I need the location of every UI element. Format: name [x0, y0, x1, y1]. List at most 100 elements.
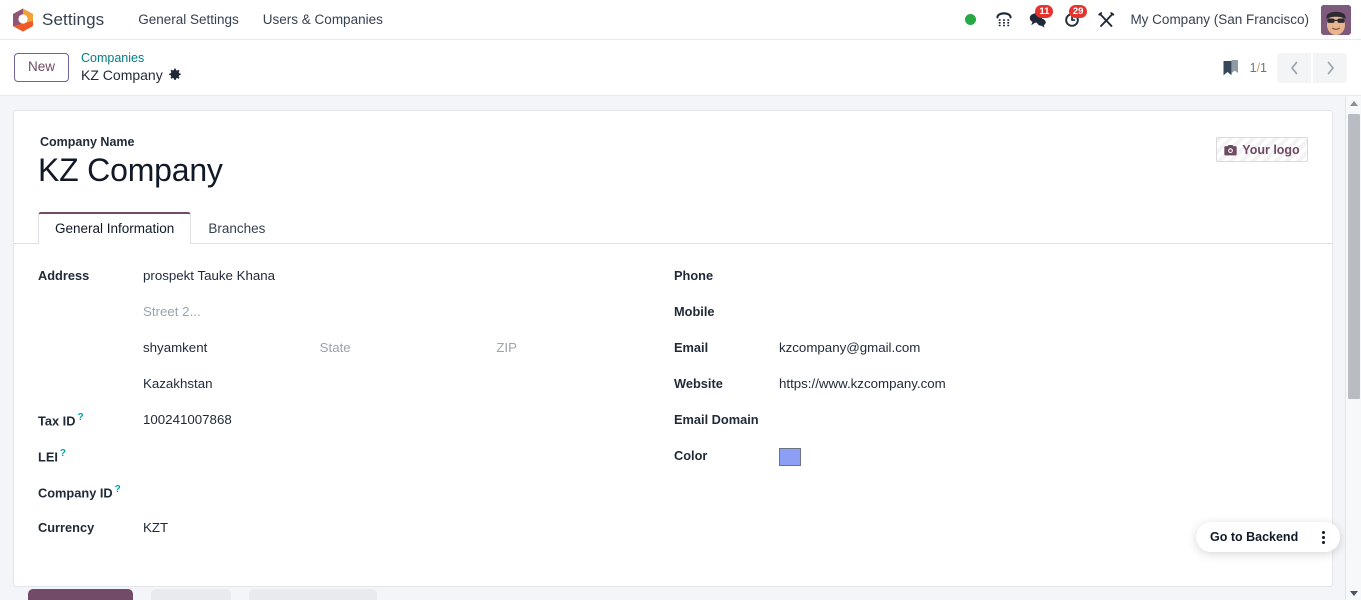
form-tabs: General Information Branches [14, 211, 1332, 245]
field-tax-id: Tax ID? 100241007868 [38, 410, 673, 446]
lei-help-icon[interactable]: ? [60, 448, 66, 459]
go-to-backend-button[interactable]: Go to Backend [1196, 530, 1310, 544]
zip-input[interactable]: ZIP [496, 338, 673, 358]
go-to-backend-pill: Go to Backend [1196, 522, 1341, 552]
field-phone: Phone [674, 266, 1308, 302]
new-button[interactable]: New [14, 53, 70, 82]
company-id-help-icon[interactable]: ? [115, 484, 121, 495]
triangle-up-icon [1350, 100, 1358, 106]
state-input[interactable]: State [320, 338, 497, 358]
green-status-dot [964, 14, 976, 25]
street2-spacer [38, 302, 143, 304]
app-title[interactable]: Settings [42, 10, 104, 30]
field-email-domain: Email Domain [674, 410, 1308, 446]
company-name-input[interactable]: KZ Company [38, 151, 1308, 189]
breadcrumb: Companies KZ Company [81, 51, 181, 84]
company-name-label: Company Name [40, 135, 135, 149]
tax-id-input[interactable]: 100241007868 [143, 410, 673, 430]
field-country: Kazakhstan [38, 374, 673, 410]
field-city-state-zip: shyamkent State ZIP [38, 338, 673, 374]
city-input[interactable]: shyamkent [143, 338, 320, 358]
chevron-left-icon [1290, 61, 1297, 74]
pager-next-button[interactable] [1313, 52, 1347, 83]
scroll-up-button[interactable] [1346, 96, 1361, 110]
company-id-label-text: Company ID [38, 485, 113, 501]
pager-total: 1 [1260, 60, 1267, 75]
messaging-badge: 11 [1035, 4, 1054, 18]
vertical-dots-icon[interactable] [1310, 524, 1336, 550]
mobile-input[interactable] [779, 302, 1308, 322]
form-column-right: Phone Mobile Email kzcompany@gmail.com W… [673, 266, 1308, 554]
lei-label-text: LEI [38, 449, 58, 465]
control-panel-right: 1/1 [1221, 52, 1347, 83]
vertical-scrollbar[interactable] [1345, 96, 1361, 600]
company-form-sheet: Your logo Company Name KZ Company Genera… [13, 110, 1333, 587]
tools-icon [1098, 11, 1115, 27]
color-label: Color [673, 448, 708, 464]
field-address: Address prospekt Tauke Khana [38, 266, 673, 302]
dot [1321, 540, 1325, 544]
phone-input[interactable] [779, 266, 1308, 286]
camera-icon [1224, 144, 1237, 155]
field-lei: LEI? [38, 446, 673, 482]
chevron-right-icon [1327, 61, 1334, 74]
color-value [778, 446, 1308, 471]
country-input[interactable]: Kazakhstan [143, 374, 673, 394]
messaging-menu-button[interactable]: 11 [1022, 4, 1054, 35]
tertiary-action-button[interactable] [249, 589, 377, 600]
email-domain-input[interactable] [779, 410, 1308, 430]
debug-tools-button[interactable] [1090, 5, 1122, 35]
field-currency: Currency KZT [38, 518, 673, 554]
street2-input[interactable]: Street 2... [143, 302, 673, 322]
odoo-hexagon-logo[interactable] [12, 8, 34, 32]
pager-buttons [1277, 52, 1347, 83]
company-id-label: Company ID? [38, 482, 143, 500]
pager-previous-button[interactable] [1277, 52, 1311, 83]
breadcrumb-current-record: KZ Company [81, 67, 181, 85]
tax-id-help-icon[interactable]: ? [77, 412, 83, 423]
systray: 11 29 My Company (San Francisco) [954, 4, 1351, 35]
primary-action-button[interactable] [28, 589, 133, 600]
form-columns: Address prospekt Tauke Khana Street 2...… [38, 244, 1308, 554]
voip-phone-button[interactable] [988, 5, 1020, 35]
bookmark-icon[interactable] [1221, 58, 1240, 78]
user-avatar[interactable] [1321, 4, 1351, 35]
company-logo-label: Your logo [1242, 142, 1300, 157]
mobile-label: Mobile [673, 304, 715, 320]
bottom-action-bar [0, 589, 1345, 600]
top-navbar: Settings General Settings Users & Compan… [0, 0, 1361, 40]
tab-branches[interactable]: Branches [191, 212, 282, 244]
email-input[interactable]: kzcompany@gmail.com [779, 338, 1308, 358]
activity-menu-button[interactable]: 29 [1056, 4, 1088, 35]
secondary-action-button[interactable] [151, 589, 231, 600]
field-color: Color [674, 446, 1308, 482]
address-label: Address [38, 268, 90, 284]
tab-general-information[interactable]: General Information [38, 212, 192, 245]
city-state-zip-row: shyamkent State ZIP [143, 338, 673, 358]
field-company-id: Company ID? [38, 482, 673, 518]
form-column-left: Address prospekt Tauke Khana Street 2...… [38, 266, 673, 554]
current-company-name[interactable]: My Company (San Francisco) [1124, 12, 1319, 27]
field-street2: Street 2... [38, 302, 673, 338]
city-spacer [38, 338, 143, 340]
currency-input[interactable]: KZT [143, 518, 673, 538]
menu-users-companies[interactable]: Users & Companies [253, 6, 393, 33]
lei-input[interactable] [143, 446, 673, 466]
breadcrumb-companies[interactable]: Companies [81, 51, 181, 67]
presence-status[interactable] [954, 5, 986, 35]
dot [1321, 530, 1325, 534]
scrollbar-thumb[interactable] [1348, 114, 1360, 399]
pager-current: 1 [1249, 60, 1257, 75]
street-input[interactable]: prospekt Tauke Khana [143, 266, 673, 286]
company-logo-upload[interactable]: Your logo [1216, 137, 1308, 162]
pager-count[interactable]: 1/1 [1250, 61, 1267, 75]
scroll-down-button[interactable] [1346, 586, 1361, 600]
menu-general-settings[interactable]: General Settings [128, 6, 249, 33]
currency-label: Currency [38, 520, 95, 536]
company-id-input[interactable] [143, 482, 673, 502]
color-swatch[interactable] [778, 448, 801, 467]
field-mobile: Mobile [674, 302, 1308, 338]
gear-icon[interactable] [169, 68, 181, 82]
website-input[interactable]: https://www.kzcompany.com [779, 374, 1308, 394]
control-panel: New Companies KZ Company 1/1 [0, 40, 1361, 96]
